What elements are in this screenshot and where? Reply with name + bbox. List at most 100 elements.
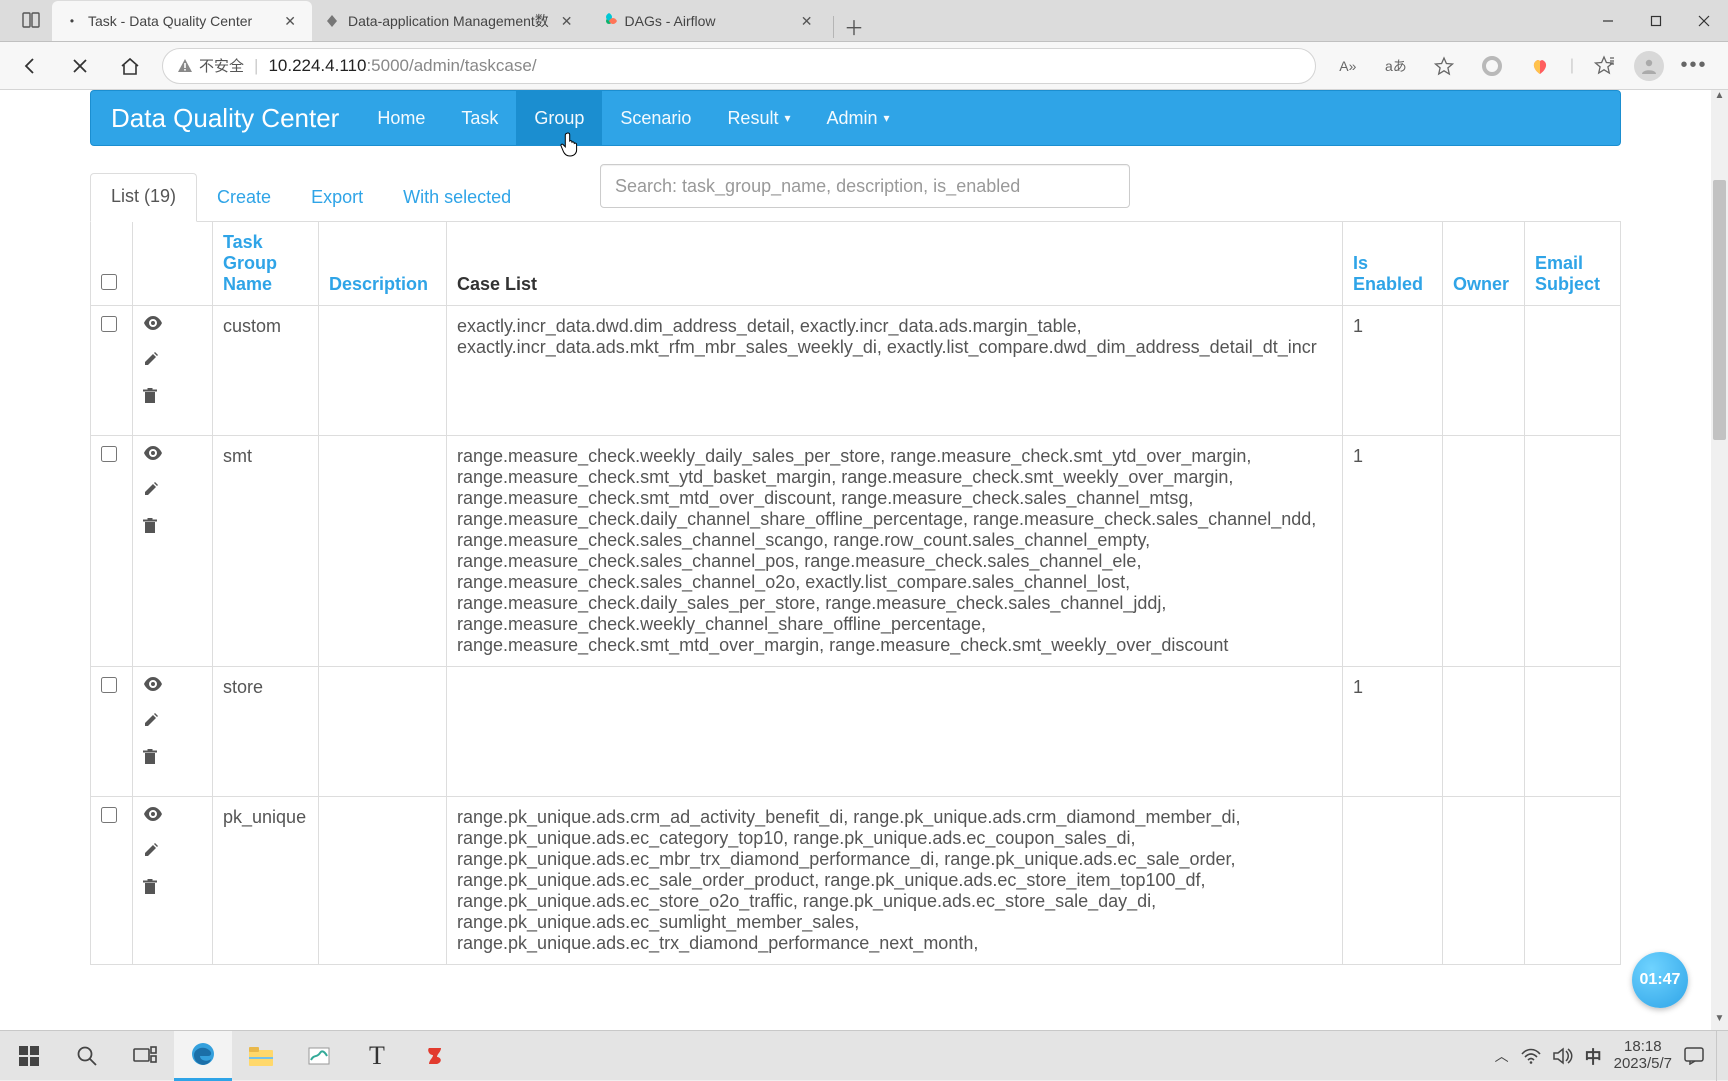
close-tab-button[interactable]: ✕	[557, 11, 577, 32]
show-desktop-button[interactable]	[1716, 1031, 1724, 1081]
address-bar[interactable]: 不安全 | 10.224.4.110:5000/admin/taskcase/	[162, 48, 1316, 84]
nav-result[interactable]: Result ▾	[709, 91, 808, 145]
scroll-down-button[interactable]: ▼	[1711, 1013, 1728, 1030]
close-window-button[interactable]	[1680, 0, 1728, 41]
view-icon[interactable]	[143, 316, 202, 330]
data-table: Task Group Name Description Case List Is…	[90, 221, 1621, 965]
tab-actions-button[interactable]	[10, 0, 52, 41]
notifications-button[interactable]	[1684, 1047, 1704, 1065]
floating-clock-widget[interactable]: 01:47	[1632, 952, 1688, 1008]
taskbar-app-5[interactable]	[406, 1031, 464, 1081]
cell-is-enabled	[1343, 797, 1443, 965]
nav-admin[interactable]: Admin ▾	[809, 91, 908, 145]
search-input[interactable]	[600, 164, 1130, 208]
search-button[interactable]	[58, 1031, 116, 1081]
edit-icon[interactable]	[143, 481, 202, 497]
home-button[interactable]	[112, 48, 148, 84]
browser-tab-2[interactable]: DAGs - Airflow ✕	[589, 1, 829, 41]
maximize-button[interactable]	[1632, 0, 1680, 41]
translate-button[interactable]: aあ	[1378, 48, 1414, 84]
favorite-button[interactable]	[1426, 48, 1462, 84]
tab-export[interactable]: Export	[291, 175, 383, 222]
nav-task[interactable]: Task	[443, 91, 516, 145]
app-navbar: Data Quality Center HomeTaskGroupScenari…	[90, 90, 1621, 146]
start-button[interactable]	[0, 1031, 58, 1081]
extension-2-icon[interactable]	[1522, 48, 1558, 84]
col-email-subject[interactable]: Email Subject	[1535, 253, 1600, 294]
tab-title: DAGs - Airflow	[625, 13, 789, 29]
taskbar-app-edge[interactable]	[174, 1031, 232, 1081]
view-icon[interactable]	[143, 446, 202, 460]
cell-owner	[1443, 436, 1525, 667]
edit-icon[interactable]	[143, 712, 202, 728]
cell-is-enabled: 1	[1343, 436, 1443, 667]
tray-overflow-button[interactable]: ︿	[1495, 1046, 1509, 1066]
row-checkbox[interactable]	[101, 807, 117, 823]
chevron-down-icon: ▾	[784, 111, 790, 125]
delete-icon[interactable]	[143, 388, 202, 404]
insecure-label: 不安全	[199, 55, 244, 76]
scroll-thumb[interactable]	[1713, 180, 1726, 440]
row-checkbox[interactable]	[101, 316, 117, 332]
more-button[interactable]: •••	[1676, 48, 1712, 84]
nav-home[interactable]: Home	[359, 91, 443, 145]
reader-mode-button[interactable]: A»	[1330, 48, 1366, 84]
view-icon[interactable]	[143, 807, 202, 821]
nav-group[interactable]: Group	[516, 91, 602, 145]
windows-taskbar: T ︿ 中 18:18 2023/5/7	[0, 1030, 1728, 1080]
cell-owner	[1443, 306, 1525, 436]
col-description[interactable]: Description	[329, 274, 428, 294]
network-icon[interactable]	[1521, 1048, 1541, 1064]
view-icon[interactable]	[143, 677, 202, 691]
delete-icon[interactable]	[143, 749, 202, 765]
scroll-up-button[interactable]: ▲	[1711, 90, 1728, 107]
cell-email-subject	[1525, 436, 1621, 667]
back-button[interactable]	[12, 48, 48, 84]
content-tab-row: List (19) Create Export With selected	[90, 172, 1621, 222]
tab-create[interactable]: Create	[197, 175, 291, 222]
row-checkbox[interactable]	[101, 677, 117, 693]
close-tab-button[interactable]: ✕	[280, 11, 300, 32]
col-owner[interactable]: Owner	[1453, 274, 1509, 294]
col-task-group-name[interactable]: Task Group Name	[223, 232, 277, 294]
nav-scenario[interactable]: Scenario	[602, 91, 709, 145]
delete-icon[interactable]	[143, 518, 202, 534]
close-tab-button[interactable]: ✕	[797, 11, 817, 32]
ime-indicator[interactable]: 中	[1585, 1043, 1602, 1068]
tab-list[interactable]: List (19)	[90, 173, 197, 222]
insecure-badge[interactable]: 不安全	[177, 55, 244, 76]
url-text: 10.224.4.110:5000/admin/taskcase/	[268, 56, 536, 76]
select-all-checkbox[interactable]	[101, 274, 117, 290]
task-view-button[interactable]	[116, 1031, 174, 1081]
browser-tab-0[interactable]: • Task - Data Quality Center ✕	[52, 1, 312, 41]
tab-with-selected[interactable]: With selected	[383, 175, 531, 222]
cell-description	[319, 436, 447, 667]
taskbar-app-4[interactable]: T	[348, 1031, 406, 1081]
favorites-bar-button[interactable]	[1586, 48, 1622, 84]
app-brand[interactable]: Data Quality Center	[91, 91, 359, 145]
browser-tab-1[interactable]: Data-application Management数 ✕	[312, 1, 589, 41]
profile-button[interactable]	[1634, 51, 1664, 81]
favicon-icon	[324, 13, 340, 29]
loading-icon: •	[64, 13, 80, 29]
cell-email-subject	[1525, 667, 1621, 797]
col-is-enabled[interactable]: Is Enabled	[1353, 253, 1423, 294]
vertical-scrollbar[interactable]: ▲ ▼	[1711, 90, 1728, 1030]
taskbar-app-explorer[interactable]	[232, 1031, 290, 1081]
stop-button[interactable]	[62, 48, 98, 84]
cell-owner	[1443, 797, 1525, 965]
extension-1-icon[interactable]	[1474, 48, 1510, 84]
taskbar-app-3[interactable]	[290, 1031, 348, 1081]
browser-tab-bar: • Task - Data Quality Center ✕ Data-appl…	[0, 0, 1584, 41]
edit-icon[interactable]	[143, 351, 202, 367]
cell-case-list: range.measure_check.weekly_daily_sales_p…	[447, 436, 1343, 667]
volume-icon[interactable]	[1553, 1047, 1573, 1065]
edit-icon[interactable]	[143, 842, 202, 858]
table-row: store1	[91, 667, 1621, 797]
tab-title: Task - Data Quality Center	[88, 13, 272, 29]
row-checkbox[interactable]	[101, 446, 117, 462]
delete-icon[interactable]	[143, 879, 202, 895]
minimize-button[interactable]	[1584, 0, 1632, 41]
new-tab-button[interactable]: ＋	[829, 12, 869, 41]
taskbar-clock[interactable]: 18:18 2023/5/7	[1614, 1039, 1672, 1072]
